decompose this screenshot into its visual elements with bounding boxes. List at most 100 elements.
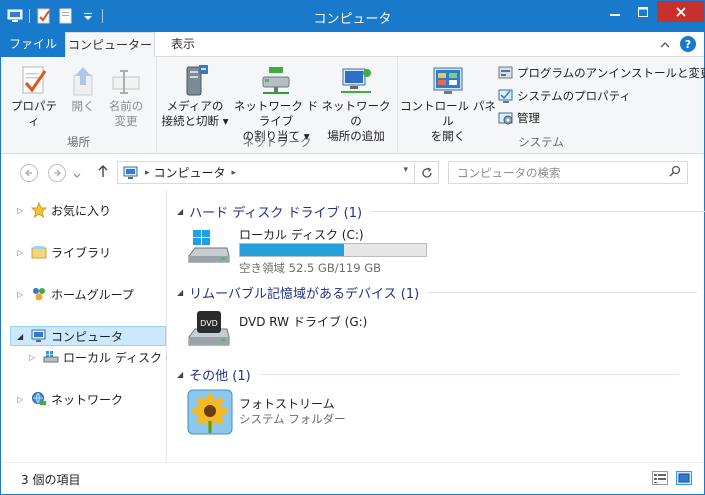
properties-check-icon [9, 63, 59, 97]
tab-view[interactable]: 表示 [159, 32, 207, 57]
expand-arrow-icon[interactable]: ▷ [17, 290, 27, 299]
search-placeholder: コンピュータの検索 [457, 166, 561, 180]
map-network-drive-button[interactable]: ネットワーク ドライブ の割り当て ▾ [231, 63, 321, 144]
drive-free-space: 空き領域 52.5 GB/119 GB [239, 261, 381, 275]
minimize-button[interactable] [601, 1, 629, 22]
manage-icon [498, 112, 513, 125]
group-divider [427, 292, 698, 293]
group-header-other[interactable]: ◢ その他 (1) [177, 365, 679, 384]
ribbon-group-location: プロパティ 開く 名前の 変更 場所 [1, 57, 157, 154]
address-bar[interactable]: ▸ コンピュータ ▸ ▾ [117, 161, 439, 184]
large-icons-view-button[interactable] [676, 471, 692, 485]
open-button[interactable]: 開く [65, 63, 101, 114]
collapse-ribbon-icon[interactable] [660, 37, 670, 51]
help-icon[interactable]: ? [680, 36, 696, 52]
explorer-window: コンピュータ ファイル コンピューター 表示 ? プロパティ 開く 名前の 変更… [0, 0, 705, 495]
ribbon-tabs: ファイル コンピューター 表示 ? [1, 32, 704, 57]
group-title-other: その他 (1) [189, 369, 251, 384]
uninstall-program-button[interactable]: プログラムのアンインストールと変更 [498, 65, 705, 81]
large-icons-view-icon [678, 473, 690, 483]
ribbon-group-network: メディアの 接続と切断 ▾ ネットワーク ドライブ の割り当て ▾ ネットワーク… [157, 57, 398, 154]
item-photo-stream[interactable]: フォトストリーム システム フォルダー [187, 389, 467, 437]
expand-arrow-icon[interactable]: ▷ [29, 353, 39, 362]
nav-item-libraries[interactable]: ▷ ライブラリ [17, 242, 111, 262]
group-header-hdd[interactable]: ◢ ハード ディスク ドライブ (1) [177, 202, 705, 221]
nav-label-network: ネットワーク [51, 392, 124, 407]
recent-locations-button[interactable] [73, 168, 81, 182]
properties-label: プロパティ [11, 99, 57, 128]
add-network-location-button[interactable]: ネットワークの 場所の追加 [321, 63, 391, 144]
group-header-removable[interactable]: ◢ リムーバブル記憶域があるデバイス (1) [177, 283, 698, 302]
address-dropdown-icon[interactable]: ▾ [403, 165, 408, 175]
computer-icon [123, 166, 138, 179]
library-icon [31, 246, 47, 259]
network-location-icon [321, 63, 391, 97]
group-title-network: ネットワーク [242, 135, 312, 149]
manage-button[interactable]: 管理 [498, 110, 540, 126]
group-divider [370, 211, 705, 212]
nav-item-homegroup[interactable]: ▷ ホームグループ [17, 284, 134, 304]
rename-icon [105, 63, 147, 97]
details-view-icon [654, 474, 666, 483]
group-collapse-icon[interactable]: ◢ [177, 207, 183, 216]
ribbon-group-system: コントロール パネル を開く プログラムのアンインストールと変更 システムのプロ… [398, 57, 705, 154]
add-location-label-1: ネットワークの [321, 99, 391, 128]
refresh-button[interactable] [414, 162, 438, 183]
group-collapse-icon[interactable]: ◢ [177, 370, 183, 379]
group-collapse-icon[interactable]: ◢ [177, 288, 183, 297]
expand-arrow-icon[interactable]: ▷ [17, 206, 27, 215]
disk-usage-bar [239, 243, 427, 257]
drive-name-local-disk: ローカル ディスク (C:) [239, 228, 364, 242]
breadcrumb-chevron-icon[interactable]: ▸ [232, 168, 237, 178]
media-dropdown-icon: ▾ [222, 114, 229, 128]
refresh-icon [421, 166, 432, 178]
tab-file[interactable]: ファイル [1, 32, 65, 57]
dvd-drive-icon: DVD [188, 311, 230, 346]
maximize-button[interactable] [629, 1, 657, 22]
sunflower-icon [187, 389, 233, 435]
map-drive-label-1: ネットワーク ドライブ [233, 99, 319, 128]
nav-item-favorites[interactable]: ▷ お気に入り [17, 200, 111, 220]
close-button[interactable] [657, 1, 704, 22]
breadcrumb-chevron-icon[interactable]: ▸ [145, 168, 150, 178]
expand-arrow-icon[interactable]: ▷ [17, 395, 27, 404]
system-properties-label: システムのプロパティ [517, 89, 631, 103]
breadcrumb-computer[interactable]: コンピュータ [154, 164, 226, 181]
media-device-icon [159, 63, 231, 97]
back-arrow-icon [25, 169, 32, 177]
group-title-system: システム [518, 135, 564, 149]
system-properties-button[interactable]: システムのプロパティ [498, 88, 631, 104]
ribbon: プロパティ 開く 名前の 変更 場所 メディアの 接続と切断 ▾ ネットワーク … [1, 57, 705, 154]
drive-item-local-disk[interactable]: ローカル ディスク (C:) 空き領域 52.5 GB/119 GB [187, 226, 467, 276]
collapse-arrow-icon[interactable]: ◢ [17, 332, 27, 341]
programs-icon [498, 66, 513, 79]
hard-drive-icon [43, 351, 59, 363]
nav-item-network[interactable]: ▷ ネットワーク [17, 389, 123, 409]
item-count: 3 個の項目 [21, 473, 81, 487]
content-pane: ◢ ハード ディスク ドライブ (1) ローカル ディスク (C:) 空き領域 … [167, 190, 705, 462]
search-icon[interactable] [669, 165, 681, 180]
group-title-location: 場所 [67, 135, 90, 149]
up-button[interactable] [97, 164, 109, 181]
group-title-removable: リムーバブル記憶域があるデバイス (1) [189, 287, 420, 302]
item-name-photo-stream: フォトストリーム [239, 397, 335, 411]
computer-icon [31, 329, 46, 342]
rename-button[interactable]: 名前の 変更 [105, 63, 147, 129]
nav-label-favorites: お気に入り [51, 203, 112, 218]
nav-item-computer[interactable]: ◢ コンピュータ [10, 326, 166, 346]
control-panel-button[interactable]: コントロール パネル を開く [400, 63, 496, 144]
tab-computer[interactable]: コンピューター [65, 32, 155, 57]
drive-item-dvd[interactable]: DVD DVD RW ドライブ (G:) [187, 307, 467, 355]
navigation-pane: ▷ お気に入り ▷ ライブラリ ▷ ホームグループ ◢ コンピュータ ▷ ローカ… [1, 190, 188, 462]
properties-button[interactable]: プロパティ [9, 63, 59, 129]
drive-name-dvd: DVD RW ドライブ (G:) [239, 315, 368, 329]
details-view-button[interactable] [652, 471, 668, 485]
nav-item-local-disk[interactable]: ▷ ローカル ディスク (C:) [29, 347, 188, 367]
search-input[interactable]: コンピュータの検索 [448, 161, 688, 184]
forward-button[interactable] [48, 164, 66, 182]
back-button[interactable] [20, 164, 38, 182]
disk-usage-fill [240, 244, 345, 256]
media-connect-button[interactable]: メディアの 接続と切断 ▾ [159, 63, 231, 129]
open-label: 開く [71, 99, 95, 113]
expand-arrow-icon[interactable]: ▷ [17, 248, 27, 257]
